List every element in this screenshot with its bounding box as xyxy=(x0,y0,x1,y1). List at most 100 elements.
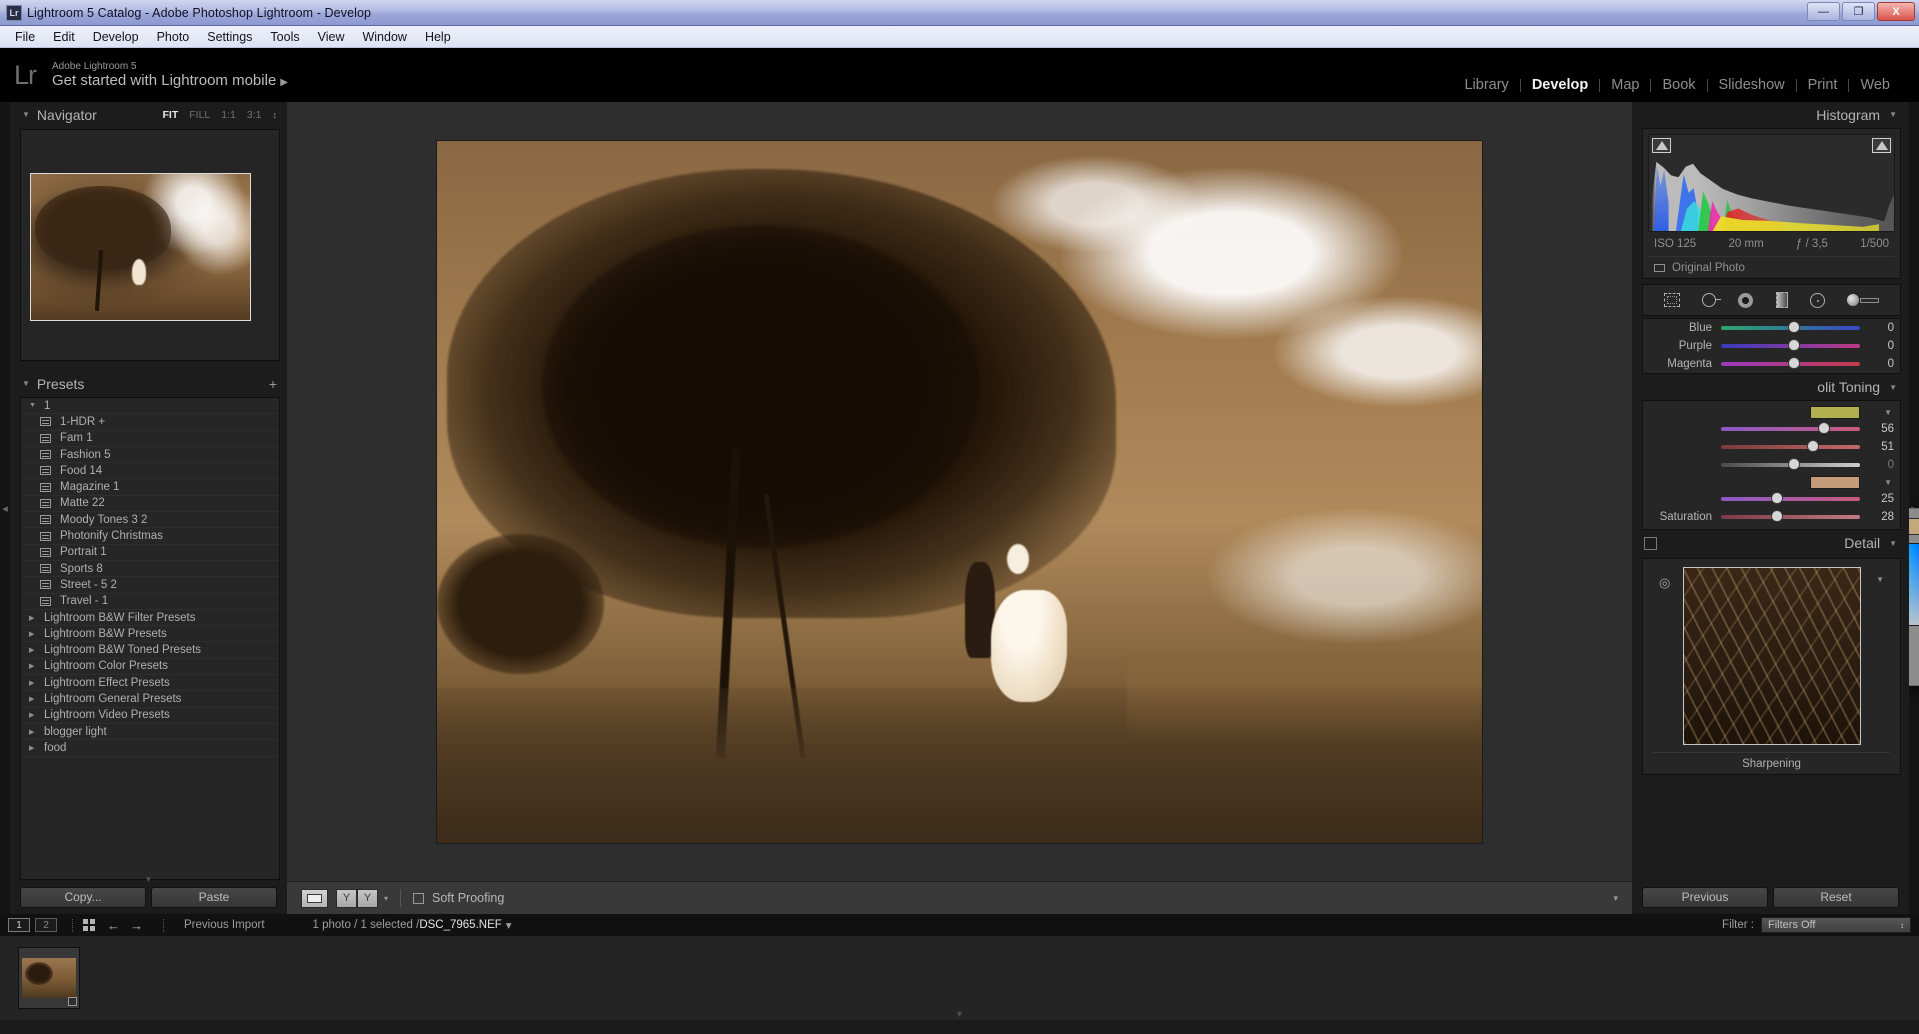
preset-item[interactable]: Food 14 xyxy=(21,463,279,480)
screen-1-button[interactable]: 1 xyxy=(8,918,30,932)
module-web[interactable]: Web xyxy=(1849,77,1901,93)
reset-button[interactable]: Reset xyxy=(1773,886,1899,908)
filter-dropdown[interactable]: Filters Off ↕ xyxy=(1761,917,1911,933)
slider-value[interactable]: 0 xyxy=(1860,322,1894,334)
adjustment-brush-icon[interactable] xyxy=(1846,294,1879,306)
slider-row[interactable]: Hue 56 xyxy=(1643,420,1900,438)
preset-item[interactable]: Matte 22 xyxy=(21,496,279,513)
menu-item-tools[interactable]: Tools xyxy=(261,28,308,46)
preset-item[interactable]: Fashion 5 xyxy=(21,447,279,464)
develop-badge-icon[interactable] xyxy=(68,997,77,1006)
main-photo[interactable] xyxy=(437,140,1482,843)
left-collapse-arrow-icon[interactable]: ◂ xyxy=(2,502,8,515)
presets-header[interactable]: ▼ Presets + xyxy=(10,371,287,396)
slider-value[interactable]: 0 xyxy=(1860,358,1894,370)
slider-knob[interactable] xyxy=(1787,458,1800,470)
slider-track[interactable] xyxy=(1721,458,1860,470)
slider-row[interactable]: Hue 25 xyxy=(1643,490,1900,508)
slider-value[interactable]: 51 xyxy=(1860,441,1894,453)
detail-header[interactable]: Detail ▼ xyxy=(1632,530,1909,556)
preset-folder[interactable]: ▶ Lightroom B&W Presets xyxy=(21,626,279,643)
slider-value[interactable]: 25 xyxy=(1860,493,1894,505)
slider-value[interactable]: 28 xyxy=(1860,511,1894,523)
slider-value[interactable]: 0 xyxy=(1860,340,1894,352)
maximize-button[interactable]: ❐ xyxy=(1842,2,1875,21)
shadows-color-swatch[interactable] xyxy=(1810,475,1861,489)
menu-item-file[interactable]: File xyxy=(6,28,44,46)
preset-item[interactable]: Street - 5 2 xyxy=(21,577,279,594)
slider-row[interactable]: Balance 0 xyxy=(1643,456,1900,474)
minimize-button[interactable]: — xyxy=(1807,2,1840,21)
slider-track[interactable] xyxy=(1721,492,1860,504)
soft-proofing-label[interactable]: Soft Proofing xyxy=(432,891,504,905)
spot-removal-icon[interactable] xyxy=(1702,293,1722,307)
preset-item[interactable]: Photonify Christmas xyxy=(21,528,279,545)
radial-filter-icon[interactable] xyxy=(1809,292,1825,308)
nav-zoom-spinner-icon[interactable]: ↕ xyxy=(273,110,278,120)
preset-folder[interactable]: ▶ Lightroom Effect Presets xyxy=(21,675,279,692)
preset-folder[interactable]: ▶ Lightroom Video Presets xyxy=(21,708,279,724)
histogram-header[interactable]: Histogram ▼ xyxy=(1632,102,1909,127)
detail-triangle-icon[interactable]: ▼ xyxy=(1889,539,1897,548)
histogram-plot[interactable] xyxy=(1648,134,1895,232)
preset-item[interactable]: Moody Tones 3 2 xyxy=(21,512,279,529)
slider-knob[interactable] xyxy=(1771,510,1784,522)
bottom-panel-grip[interactable]: ▼ xyxy=(955,1009,964,1019)
preset-item[interactable]: Magazine 1 xyxy=(21,479,279,496)
shadows-swatch-row[interactable]: ▼ xyxy=(1643,474,1900,490)
previous-button[interactable]: Previous xyxy=(1642,886,1768,908)
original-photo-row[interactable]: Original Photo xyxy=(1648,256,1895,278)
source-label[interactable]: Previous Import xyxy=(184,919,265,931)
detail-preview-triangle-icon[interactable]: ▼ xyxy=(1876,575,1884,584)
preset-folder[interactable]: ▶ Lightroom B&W Filter Presets xyxy=(21,610,279,627)
preset-item[interactable]: Fam 1 xyxy=(21,431,279,447)
navigator-header[interactable]: ▼ Navigator FIT FILL 1:1 3:1 ↕ xyxy=(10,102,287,127)
slider-knob[interactable] xyxy=(1807,440,1820,452)
slider-track[interactable] xyxy=(1721,440,1860,452)
shadow-clipping-indicator[interactable] xyxy=(1652,138,1671,153)
slider-knob[interactable] xyxy=(1771,492,1784,504)
nav-mode-3-1[interactable]: 3:1 xyxy=(247,109,262,121)
left-panel-grip[interactable]: ▼ xyxy=(145,875,153,884)
detail-preview-image[interactable] xyxy=(1682,567,1861,745)
copy-button[interactable]: Copy... xyxy=(20,886,146,908)
slider-row[interactable]: Blue 0 xyxy=(1643,319,1900,337)
highlights-swatch-row[interactable]: ▼ xyxy=(1643,404,1900,420)
close-button[interactable]: X xyxy=(1877,2,1915,21)
menu-item-photo[interactable]: Photo xyxy=(148,28,199,46)
preset-item[interactable]: Sports 8 xyxy=(21,561,279,578)
slider-knob[interactable] xyxy=(1787,357,1800,369)
slider-knob[interactable] xyxy=(1787,339,1800,351)
slider-track[interactable] xyxy=(1721,422,1860,434)
preset-folder[interactable]: ▶ food xyxy=(21,740,279,757)
presets-triangle-icon[interactable]: ▼ xyxy=(22,379,30,388)
module-slideshow[interactable]: Slideshow xyxy=(1708,77,1796,93)
slider-value[interactable]: 0 xyxy=(1860,459,1894,471)
filename-caret-icon[interactable]: ▾ xyxy=(506,918,512,932)
image-canvas[interactable]: ✕ Highlights : xyxy=(287,102,1919,881)
add-preset-icon[interactable]: + xyxy=(269,377,277,391)
slider-knob[interactable] xyxy=(1787,321,1800,333)
preset-item[interactable]: Travel - 1 xyxy=(21,594,279,610)
navigator-triangle-icon[interactable]: ▼ xyxy=(22,110,30,119)
module-book[interactable]: Book xyxy=(1651,77,1706,93)
filmstrip-thumbnail[interactable] xyxy=(18,947,80,1009)
grid-view-icon[interactable] xyxy=(83,919,95,931)
slider-track[interactable] xyxy=(1721,510,1860,522)
left-panel-edge[interactable]: ◂ xyxy=(0,102,10,914)
toolbar-collapse-icon[interactable]: ▾ xyxy=(1613,893,1618,904)
loupe-view-icon[interactable] xyxy=(301,888,328,908)
slider-value[interactable]: 56 xyxy=(1860,423,1894,435)
navigator-preview[interactable] xyxy=(20,129,280,361)
highlights-triangle-icon[interactable]: ▼ xyxy=(1884,408,1892,417)
module-print[interactable]: Print xyxy=(1797,77,1849,93)
nav-mode-fit[interactable]: FIT xyxy=(163,109,179,121)
nav-mode-fill[interactable]: FILL xyxy=(189,109,210,121)
highlight-clipping-indicator[interactable] xyxy=(1872,138,1891,153)
target-adjust-icon[interactable]: ◎ xyxy=(1659,575,1670,591)
nav-mode-1-1[interactable]: 1:1 xyxy=(221,109,236,121)
preset-folder[interactable]: ▶ Lightroom Color Presets xyxy=(21,659,279,676)
paste-button[interactable]: Paste xyxy=(151,886,277,908)
navigate-forward-icon[interactable]: → xyxy=(130,918,143,933)
histogram-triangle-icon[interactable]: ▼ xyxy=(1889,110,1897,119)
